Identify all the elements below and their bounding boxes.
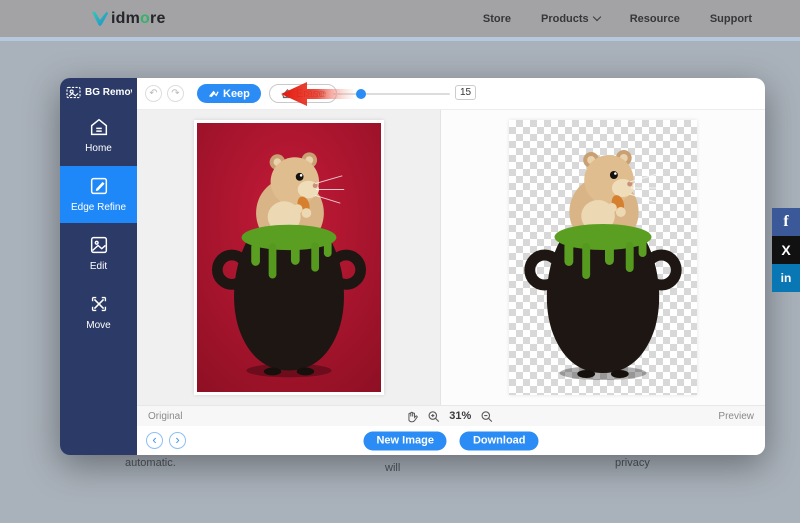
download-button[interactable]: Download	[460, 431, 539, 450]
original-panel	[137, 110, 440, 405]
erase-button[interactable]: Erase	[269, 84, 337, 103]
view-tools: 31%	[405, 410, 493, 423]
image-icon	[88, 234, 110, 256]
nav-store[interactable]: Store	[483, 13, 511, 25]
sidebar-title: BG Remover	[85, 87, 132, 98]
keep-button[interactable]: Keep	[197, 84, 261, 103]
bg-text-right: privacy	[615, 457, 650, 469]
footer-actions: New Image Download	[363, 431, 538, 450]
chevron-down-icon	[592, 13, 600, 21]
original-label: Original	[148, 411, 182, 422]
preview-panel	[441, 110, 765, 405]
sidebar-item-edge-refine[interactable]: Edge Refine	[60, 166, 137, 223]
x-share-button[interactable]: X	[772, 236, 800, 264]
social-share-rail: f X in	[772, 208, 800, 292]
brush-size-slider[interactable]	[333, 93, 450, 95]
next-image-button[interactable]: ›	[169, 432, 186, 449]
logo-text: idmore	[111, 10, 166, 28]
facebook-share-button[interactable]: f	[772, 208, 800, 236]
prev-image-button[interactable]: ‹	[146, 432, 163, 449]
zoom-in-icon[interactable]	[427, 410, 440, 423]
site-header: idmore Store Products Resource Support	[0, 0, 800, 37]
keep-brush-icon	[208, 88, 219, 99]
hero-strip	[0, 37, 800, 41]
nav-resource[interactable]: Resource	[630, 13, 680, 25]
toolbar: ↶ ↷ Keep Erase Size	[137, 78, 765, 110]
home-icon	[88, 116, 110, 138]
linkedin-share-button[interactable]: in	[772, 264, 800, 292]
preview-label: Preview	[718, 411, 754, 422]
preview-image[interactable]	[509, 120, 697, 395]
sidebar-header: BG Remover	[60, 78, 137, 105]
sidebar-item-move[interactable]: Move	[60, 284, 137, 341]
redo-button[interactable]: ↷	[167, 85, 184, 102]
hand-icon[interactable]	[405, 410, 418, 423]
site-nav: Store Products Resource Support	[483, 13, 752, 25]
bg-text-center: will	[385, 462, 400, 474]
original-image[interactable]	[194, 120, 384, 395]
bg-remover-modal: BG Remover Home Edge Refine Edit	[60, 78, 765, 455]
sidebar-item-home[interactable]: Home	[60, 107, 137, 164]
new-image-button[interactable]: New Image	[363, 431, 446, 450]
bg-remover-icon	[66, 86, 81, 99]
slider-thumb[interactable]	[356, 89, 366, 99]
footer-bar: ‹ › New Image Download	[137, 426, 765, 455]
zoom-level: 31%	[449, 410, 471, 422]
undo-button[interactable]: ↶	[145, 85, 162, 102]
page: idmore Store Products Resource Support a…	[0, 0, 800, 523]
eraser-icon	[281, 88, 292, 99]
brush-size-label: Size	[305, 88, 326, 100]
bg-text-left: automatic.	[125, 457, 176, 469]
edit-square-icon	[88, 175, 110, 197]
editor-content: ↶ ↷ Keep Erase Size	[137, 78, 765, 455]
nav-support[interactable]: Support	[710, 13, 752, 25]
info-bar: Original 31% Preview	[137, 405, 765, 426]
vidmore-logo[interactable]: idmore	[90, 10, 166, 28]
vidmore-v-icon	[90, 10, 110, 28]
brush-size-value[interactable]: 15	[455, 85, 476, 100]
sidebar-item-edit[interactable]: Edit	[60, 225, 137, 282]
nav-products[interactable]: Products	[541, 13, 600, 25]
sidebar: BG Remover Home Edge Refine Edit	[60, 78, 137, 455]
move-icon	[88, 293, 110, 315]
zoom-out-icon[interactable]	[480, 410, 493, 423]
canvas-area	[137, 110, 765, 405]
